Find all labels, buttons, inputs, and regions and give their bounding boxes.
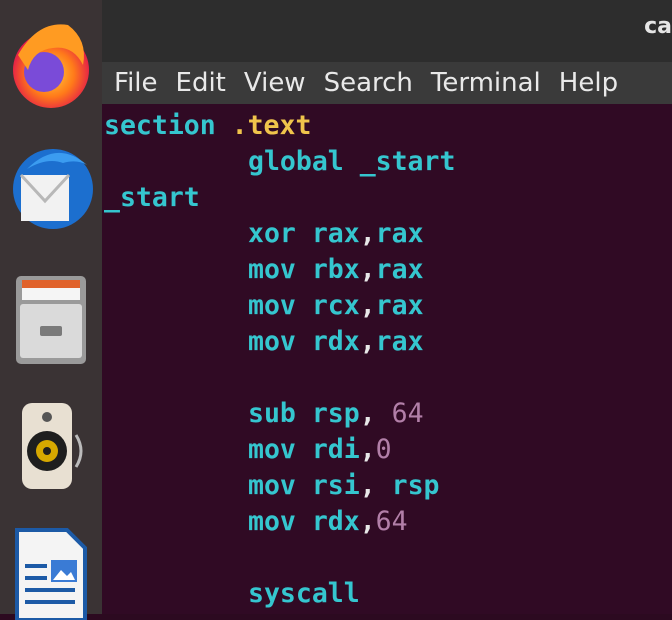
menu-file[interactable]: File <box>114 68 158 98</box>
menu-search[interactable]: Search <box>324 68 413 98</box>
menu-edit[interactable]: Edit <box>176 68 226 98</box>
menu-terminal[interactable]: Terminal <box>431 68 541 98</box>
menu-help[interactable]: Help <box>559 68 618 98</box>
code-line: sub rsp, 64 <box>248 398 424 429</box>
menu-bar: File Edit View Search Terminal Help <box>102 62 672 104</box>
code-line: mov rbx,rax <box>248 254 424 285</box>
code-line: global _start <box>248 146 456 177</box>
title-bar[interactable]: ca <box>102 0 672 62</box>
terminal-window: ca File Edit View Search Terminal Help s… <box>102 0 672 614</box>
menu-view[interactable]: View <box>244 68 306 98</box>
code-line: mov rcx,rax <box>248 290 424 321</box>
code-line: mov rdi,0 <box>248 434 392 465</box>
code-line: mov rdx,64 <box>248 506 408 537</box>
window-title: ca <box>644 14 672 39</box>
libreoffice-writer-icon[interactable] <box>0 524 102 620</box>
code-line: mov rsi, rsp <box>248 470 440 501</box>
firefox-icon[interactable] <box>0 6 102 114</box>
code-line: xor rax,rax <box>248 218 424 249</box>
code-line: section .text <box>104 110 312 141</box>
code-line: syscall <box>248 578 360 609</box>
rhythmbox-icon[interactable] <box>0 392 102 502</box>
thunderbird-icon[interactable] <box>0 132 102 242</box>
terminal-content[interactable]: section .text global _start _start xor r… <box>102 108 672 614</box>
dock <box>0 0 103 620</box>
files-icon[interactable] <box>0 268 102 372</box>
code-line: _start <box>104 182 200 213</box>
code-line: mov rdx,rax <box>248 326 424 357</box>
